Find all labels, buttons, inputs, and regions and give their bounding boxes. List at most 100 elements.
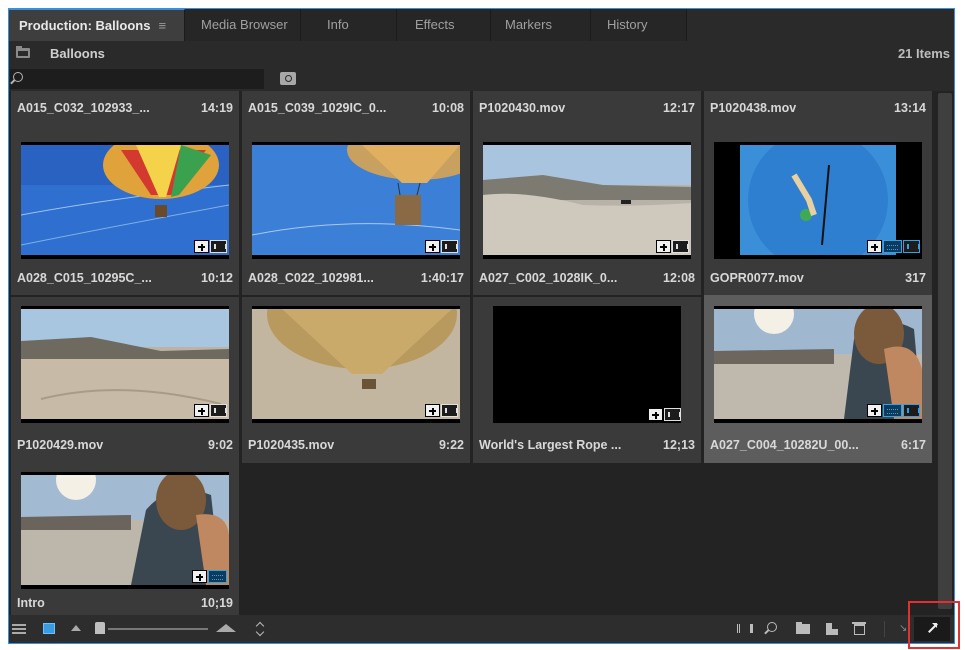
video-track-icon <box>883 240 902 253</box>
new-search-bin-icon[interactable] <box>280 72 296 85</box>
tab-label: Media Browser <box>201 17 288 32</box>
clip-card[interactable]: GOPR0077.mov 317 <box>704 129 932 295</box>
balloon-thumbnail-image <box>21 145 229 255</box>
clip-card[interactable]: A028_C022_102981... 1:40:17 <box>242 129 470 295</box>
tab-effects[interactable]: Effects <box>397 9 491 41</box>
zoom-slider[interactable] <box>108 628 208 630</box>
clip-badges <box>192 570 227 583</box>
search-input[interactable] <box>10 69 264 89</box>
clip-duration: 12:17 <box>663 101 695 115</box>
clip-card[interactable]: Intro 10;19 <box>11 463 239 615</box>
clip-badges <box>425 404 458 417</box>
audio-usage-icon <box>903 404 920 417</box>
scrollbar-thumb[interactable] <box>938 93 952 609</box>
balloon-desert-thumbnail-image <box>252 309 460 419</box>
person-desert-thumbnail-image <box>714 309 922 419</box>
tab-info[interactable]: Info <box>301 9 397 41</box>
person-desert-thumbnail-image <box>21 475 229 585</box>
tab-label: Effects <box>415 17 455 32</box>
clip-duration: 14:19 <box>201 101 233 115</box>
freeform-sort-icon[interactable] <box>71 625 81 631</box>
video-usage-icon <box>425 240 440 253</box>
zoom-out-icon[interactable] <box>95 622 105 634</box>
audio-usage-icon <box>210 240 227 253</box>
tab-history[interactable]: History <box>591 9 687 41</box>
tab-label: Markers <box>505 17 552 32</box>
expand-icon <box>927 623 937 633</box>
sort-order-icon[interactable] <box>255 622 265 636</box>
clip-name: Intro <box>17 596 45 610</box>
icon-view-icon[interactable] <box>43 623 55 634</box>
new-item-icon[interactable] <box>826 623 838 635</box>
clip-duration: 6:17 <box>900 438 926 452</box>
clip-name: GOPR0077.mov <box>710 271 804 285</box>
new-bin-icon[interactable] <box>796 622 810 634</box>
audio-usage-icon <box>441 240 458 253</box>
automate-to-sequence-icon[interactable] <box>737 624 753 633</box>
audio-usage-icon <box>903 240 920 253</box>
clip-card[interactable]: P1020438.mov 13:14 <box>704 91 932 129</box>
clip-duration: 12:08 <box>663 271 695 285</box>
video-usage-icon <box>656 240 671 253</box>
clip-card[interactable]: World's Largest Rope ... 12;13 <box>473 297 701 463</box>
audio-usage-icon <box>664 408 681 421</box>
clip-name: P1020435.mov <box>248 438 335 452</box>
clip-card[interactable]: A015_C039_1029IC_0... 10:08 <box>242 91 470 129</box>
clip-card[interactable]: P1020429.mov 9:02 <box>11 297 239 463</box>
video-usage-icon <box>194 240 209 253</box>
clip-name: P1020430.mov <box>479 101 566 115</box>
gopro-thumbnail-image <box>714 145 922 255</box>
video-usage-icon <box>867 240 882 253</box>
clip-badges <box>194 240 227 253</box>
video-usage-icon <box>867 404 882 417</box>
clip-thumbnail <box>21 472 229 589</box>
clip-name: World's Largest Rope ... <box>479 438 622 452</box>
clip-thumbnail <box>714 306 922 423</box>
clip-duration: 13:14 <box>894 101 926 115</box>
panel-menu-icon[interactable]: ≡ <box>158 10 166 42</box>
vertical-scrollbar[interactable] <box>936 91 954 615</box>
audio-usage-icon <box>210 404 227 417</box>
clip-name: A015_C039_1029IC_0... <box>248 101 387 115</box>
collapse-icon[interactable]: ↘ <box>899 623 909 634</box>
clip-name: A028_C015_10295C_... <box>17 271 152 285</box>
clip-card[interactable]: A027_C002_1028IK_0... 12:08 <box>473 129 701 295</box>
clip-card[interactable]: P1020430.mov 12:17 <box>473 91 701 129</box>
balloon-basket-thumbnail-image <box>252 145 460 255</box>
zoom-in-icon[interactable] <box>216 624 236 632</box>
clip-thumbnail <box>21 306 229 423</box>
video-usage-icon <box>194 404 209 417</box>
list-view-icon[interactable] <box>12 624 26 634</box>
bottom-toolbar: ↘ <box>9 615 954 643</box>
clip-card-selected[interactable]: A027_C004_10282U_00... 6:17 <box>704 295 932 463</box>
search-row <box>9 67 954 91</box>
clip-badges <box>425 240 458 253</box>
clip-badges <box>656 240 689 253</box>
clip-duration: 1:40:17 <box>420 271 464 285</box>
clip-card[interactable]: A015_C032_102933_... 14:19 <box>11 91 239 129</box>
clip-name: P1020438.mov <box>710 101 797 115</box>
bin-header: Balloons 21 Items <box>9 41 954 67</box>
find-icon[interactable] <box>767 622 777 632</box>
tab-label: Info <box>327 17 349 32</box>
project-panel: Production: Balloons ≡ Media Browser Info… <box>8 8 955 644</box>
tab-markers[interactable]: Markers <box>491 9 591 41</box>
clip-card[interactable]: A028_C015_10295C_... 10:12 <box>11 129 239 295</box>
clip-thumbnail <box>493 306 681 423</box>
clip-duration: 10:12 <box>201 271 233 285</box>
clip-thumbnail <box>252 306 460 423</box>
clip-thumbnail <box>483 142 691 259</box>
tab-bar: Production: Balloons ≡ Media Browser Info… <box>9 9 954 41</box>
clip-card[interactable]: P1020435.mov 9:22 <box>242 297 470 463</box>
clip-name: P1020429.mov <box>17 438 104 452</box>
tab-production-balloons[interactable]: Production: Balloons ≡ <box>9 9 185 41</box>
desert-thumbnail-image <box>483 145 691 255</box>
desert-thumbnail-image <box>21 309 229 419</box>
clip-badges <box>194 404 227 417</box>
clip-duration: 9:02 <box>207 438 233 452</box>
expand-panel-button[interactable] <box>914 617 950 641</box>
trash-icon[interactable] <box>852 622 866 635</box>
tab-media-browser[interactable]: Media Browser <box>185 9 301 41</box>
tab-label: History <box>607 17 648 32</box>
clip-duration: 9:22 <box>438 438 464 452</box>
